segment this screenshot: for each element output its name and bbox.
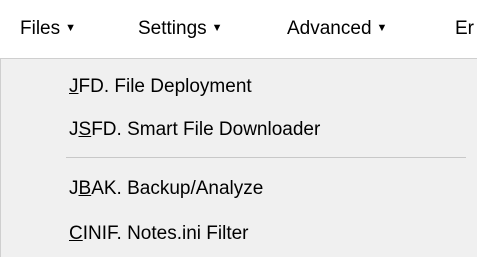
chevron-down-icon: ▼ xyxy=(65,22,77,34)
menu-advanced-label: Advanced xyxy=(287,18,372,39)
menu-bar: Files ▼ Settings ▼ Advanced ▼ Er xyxy=(0,0,478,58)
menu-partial[interactable]: Er xyxy=(455,0,474,58)
menu-files[interactable]: Files ▼ xyxy=(20,0,76,58)
menu-item-label: AK. Backup/Analyze xyxy=(91,178,264,199)
menu-item-jfd-file-deployment[interactable]: JFD. File Deployment xyxy=(69,75,252,99)
menu-advanced[interactable]: Advanced ▼ xyxy=(287,0,387,58)
menu-item-jsfd-smart-file-downloader[interactable]: JSFD. Smart File Downloader xyxy=(69,118,320,142)
mnemonic-letter: S xyxy=(78,119,92,140)
menu-item-label: INIF. Notes.ini Filter xyxy=(82,223,249,244)
chevron-down-icon: ▼ xyxy=(376,22,388,34)
menu-item-prefix: J xyxy=(69,119,79,140)
mnemonic-letter: C xyxy=(69,223,83,244)
chevron-down-icon: ▼ xyxy=(211,22,223,34)
menu-separator xyxy=(66,157,466,158)
menu-partial-label: Er xyxy=(455,18,474,39)
mnemonic-letter: J xyxy=(69,76,79,97)
files-dropdown-menu: JFD. File Deployment JSFD. Smart File Do… xyxy=(0,58,477,257)
menu-item-cinif-notes-ini-filter[interactable]: CINIF. Notes.ini Filter xyxy=(69,222,249,246)
menu-settings[interactable]: Settings ▼ xyxy=(138,0,223,58)
menu-item-label: FD. File Deployment xyxy=(78,76,252,97)
menu-item-jbak-backup-analyze[interactable]: JBAK. Backup/Analyze xyxy=(69,177,263,201)
menu-item-label: FD. Smart File Downloader xyxy=(91,119,321,140)
mnemonic-letter: B xyxy=(78,178,92,199)
menu-settings-label: Settings xyxy=(138,18,207,39)
menu-files-label: Files xyxy=(20,18,61,39)
menu-item-prefix: J xyxy=(69,178,79,199)
